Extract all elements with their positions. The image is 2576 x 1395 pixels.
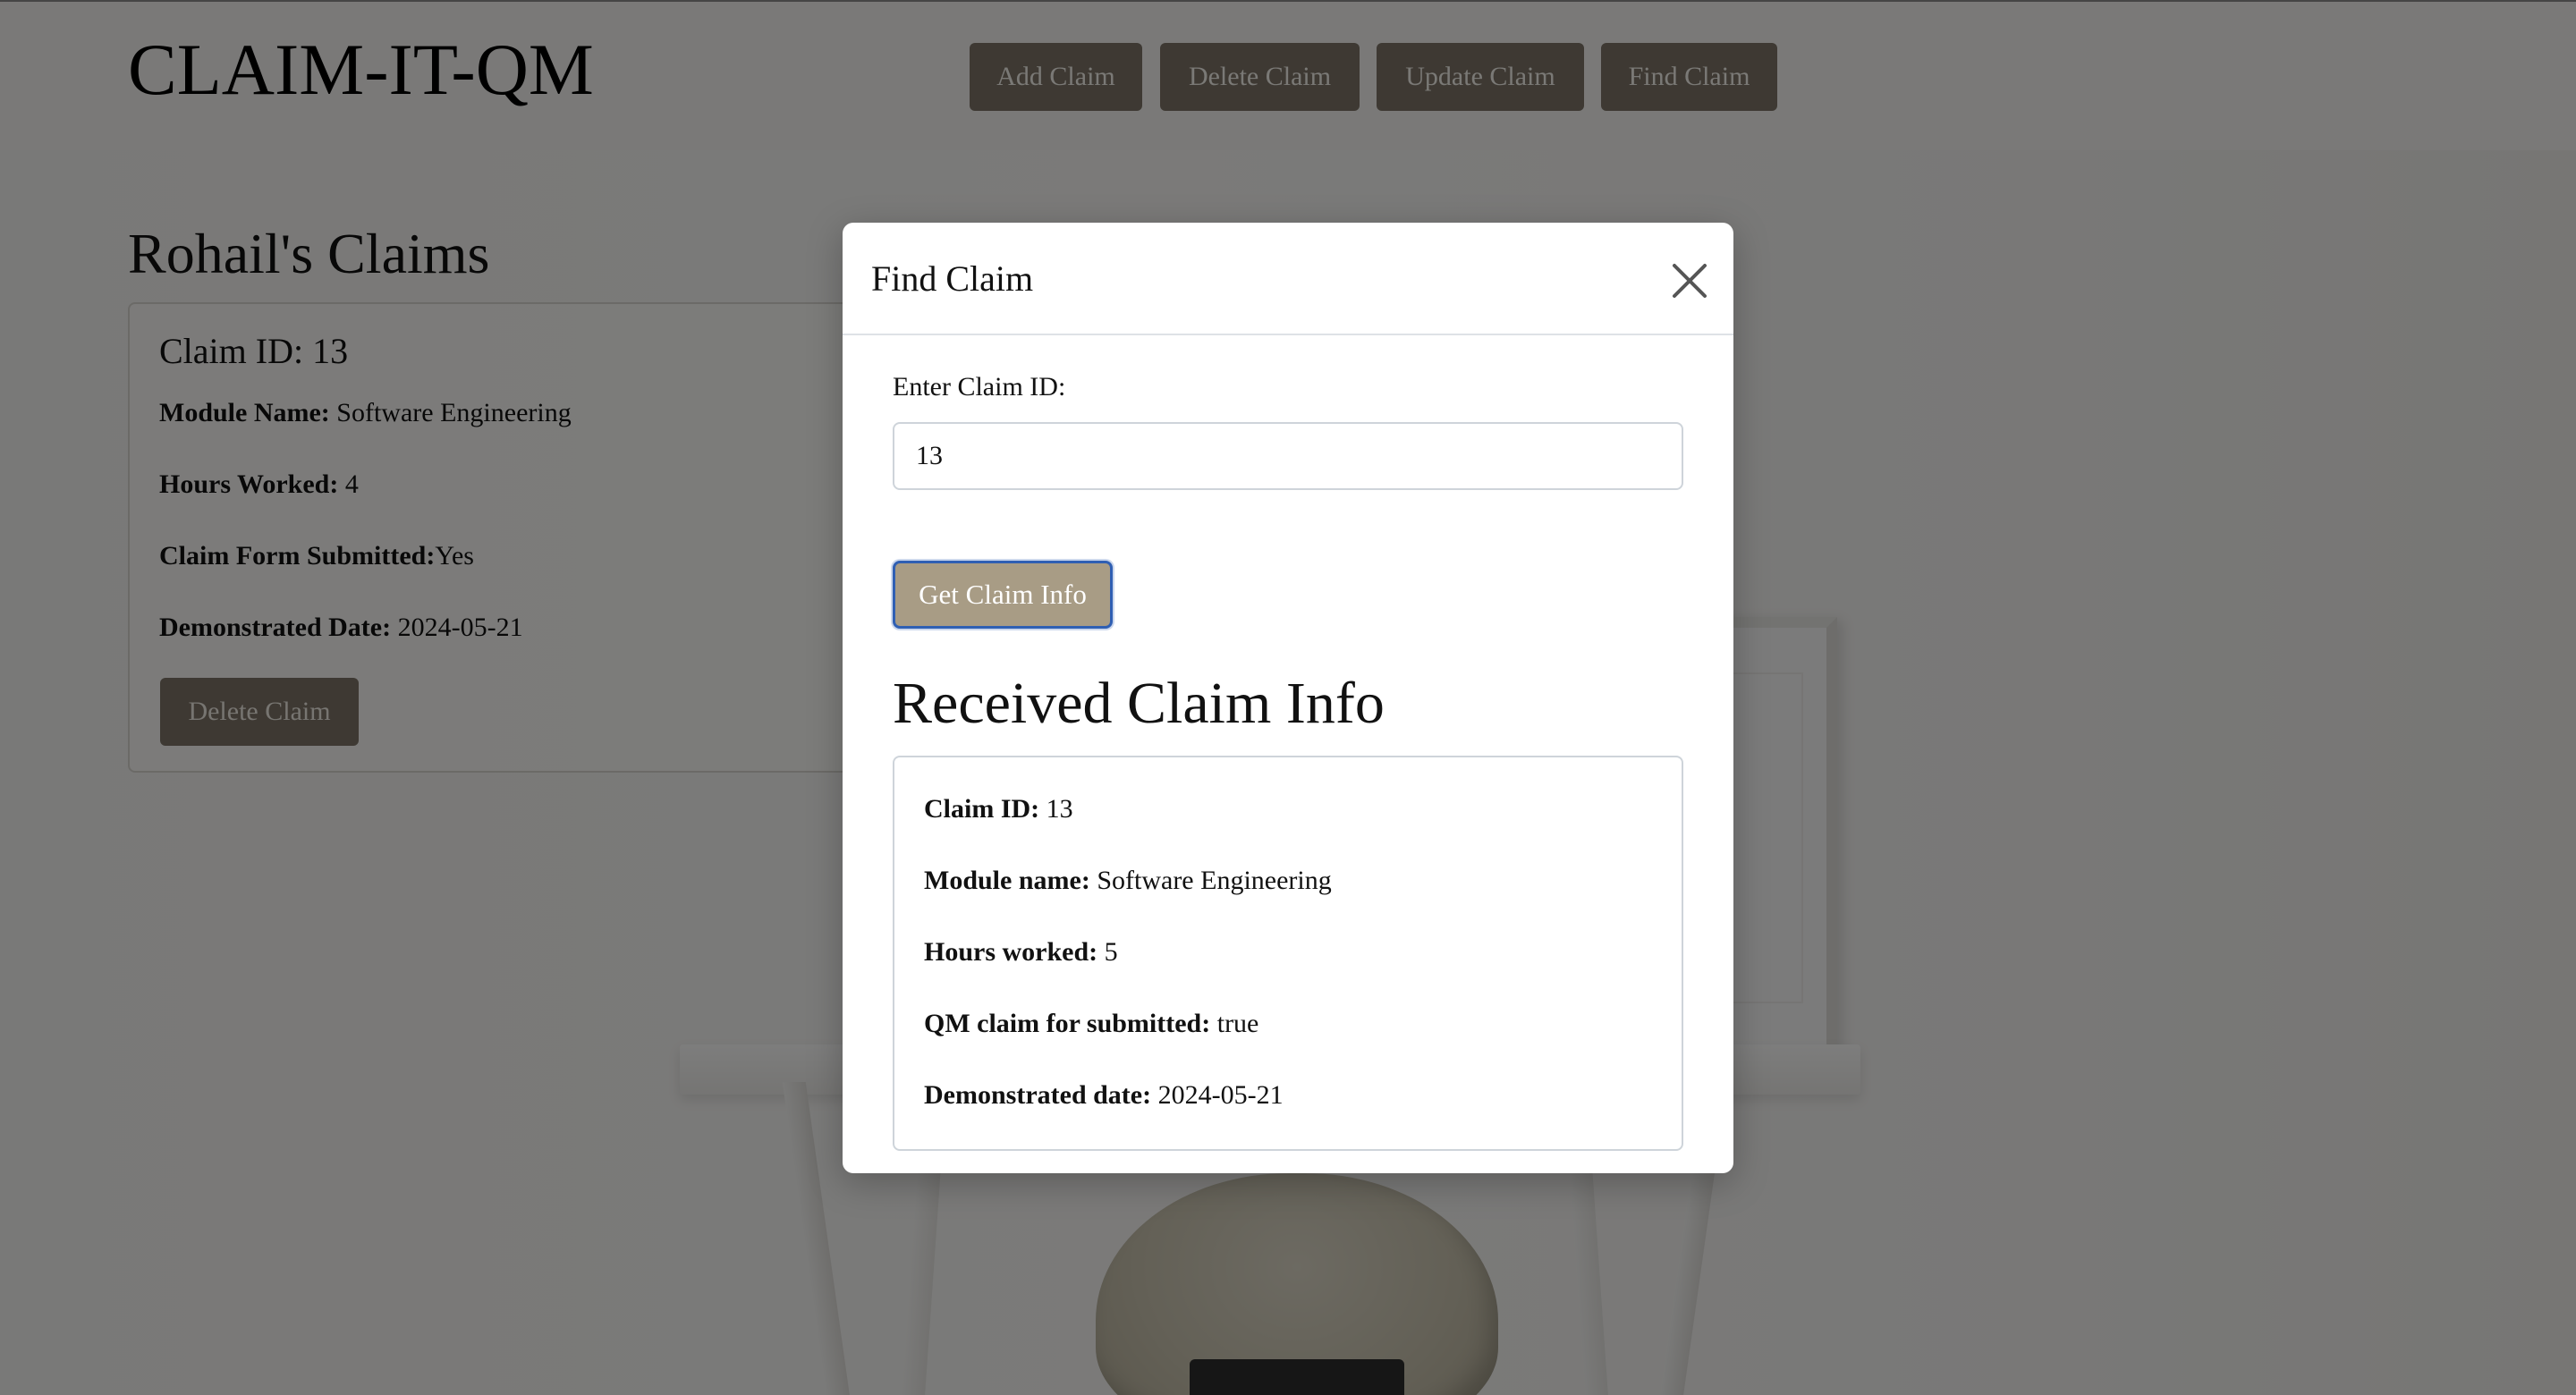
result-claim-id-label: Claim ID: (924, 794, 1040, 824)
received-claim-heading: Received Claim Info (893, 671, 1385, 736)
find-claim-modal: Find Claim Enter Claim ID: Get Claim Inf… (843, 223, 1733, 1173)
result-claim-id-row: Claim ID: 13 (924, 791, 1073, 827)
result-submitted-label: QM claim for submitted: (924, 1009, 1211, 1038)
close-icon (1673, 264, 1707, 298)
claim-id-field-label: Enter Claim ID: (893, 372, 1066, 402)
result-hours-value: 5 (1097, 937, 1118, 967)
result-date-label: Demonstrated date: (924, 1080, 1152, 1110)
result-hours-row: Hours worked: 5 (924, 934, 1118, 970)
result-module-value: Software Engineering (1089, 866, 1332, 895)
claim-id-input[interactable] (893, 422, 1683, 490)
received-claim-box: Claim ID: 13 Module name: Software Engin… (893, 756, 1683, 1151)
result-claim-id-value: 13 (1039, 794, 1073, 824)
result-module-row: Module name: Software Engineering (924, 863, 1332, 899)
modal-title: Find Claim (871, 258, 1034, 299)
result-module-label: Module name: (924, 866, 1090, 895)
result-submitted-value: true (1210, 1009, 1259, 1038)
page: CLAIM-IT-QM Add Claim Delete Claim Updat… (0, 0, 2576, 1395)
result-hours-label: Hours worked: (924, 937, 1098, 967)
modal-close-button[interactable] (1667, 258, 1712, 303)
get-claim-info-button[interactable]: Get Claim Info (893, 561, 1113, 629)
result-date-row: Demonstrated date: 2024-05-21 (924, 1078, 1284, 1113)
result-date-value: 2024-05-21 (1151, 1080, 1284, 1110)
result-submitted-row: QM claim for submitted: true (924, 1006, 1258, 1042)
modal-header: Find Claim (843, 223, 1733, 335)
